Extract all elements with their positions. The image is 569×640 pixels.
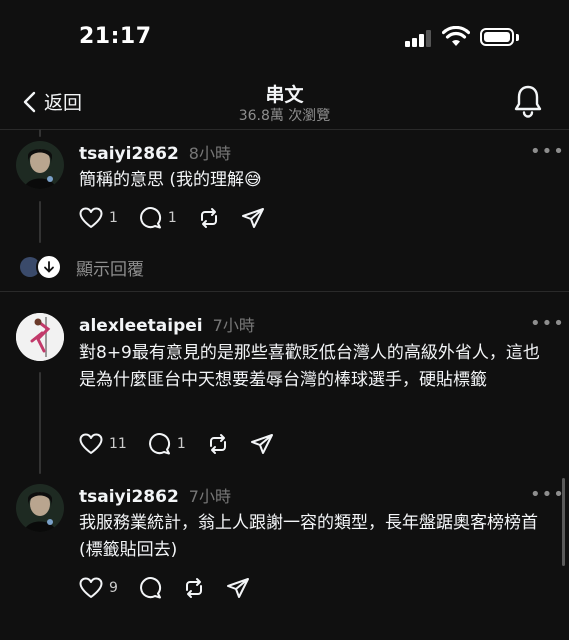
status-time: 21:17 (79, 24, 152, 49)
send-icon (250, 434, 273, 454)
repost-button[interactable] (197, 206, 221, 230)
thread-line (39, 201, 41, 243)
thread-line (39, 129, 41, 137)
post-actions: 9 (79, 576, 270, 600)
scrollbar[interactable] (562, 478, 565, 566)
post-text: 對8+9最有意見的是那些喜歡貶低台灣人的高級外省人，這也是為什麼匪台中天想要羞辱… (79, 343, 540, 390)
post-text: 我服務業統計，翁上人跟謝一容的類型，長年盤踞奧客榜榜首 (標籤貼回去) (79, 513, 538, 560)
post-time: 7小時 (188, 487, 231, 506)
more-options-button[interactable]: ••• (530, 313, 565, 334)
post-divider (0, 291, 569, 292)
like-count: 11 (109, 436, 127, 452)
battery-icon (480, 28, 514, 46)
post-time: 8小時 (188, 144, 231, 163)
heart-icon (79, 433, 103, 454)
post-time: 7小時 (212, 316, 255, 335)
comment-icon (148, 433, 170, 455)
repost-icon (200, 208, 217, 228)
like-count: 1 (109, 210, 118, 226)
repost-icon (185, 578, 202, 598)
page-title: 串文 (265, 84, 304, 106)
comment-count: 1 (167, 210, 177, 226)
username[interactable]: alexleetaipei (79, 316, 203, 336)
avatar[interactable] (16, 141, 64, 189)
like-button[interactable]: 9 (79, 577, 118, 599)
wifi-icon (442, 26, 470, 46)
like-count: 9 (109, 580, 118, 596)
send-icon (226, 578, 249, 598)
share-button[interactable] (241, 206, 265, 230)
comment-button[interactable]: 1 (138, 206, 177, 230)
like-button[interactable]: 1 (79, 207, 118, 229)
more-options-button[interactable]: ••• (530, 484, 565, 505)
cellular-signal-icon (405, 29, 433, 47)
repost-button[interactable] (206, 432, 230, 456)
comment-icon (139, 207, 161, 229)
avatar[interactable] (16, 313, 64, 361)
share-button[interactable] (226, 576, 250, 600)
header-divider (0, 129, 569, 130)
post-actions: 1 1 (79, 206, 285, 230)
heart-icon (79, 577, 103, 598)
heart-icon (79, 207, 103, 228)
share-button[interactable] (250, 432, 274, 456)
comment-count: 1 (176, 436, 186, 452)
repost-icon (209, 434, 226, 454)
avatar[interactable] (16, 484, 64, 532)
username[interactable]: tsaiyi2862 (79, 487, 179, 507)
show-replies-button[interactable]: 顯示回覆 (20, 254, 144, 280)
post-text: 簡稱的意思 (我的理解😅 (79, 170, 262, 190)
post-header: tsaiyi2862 7小時 (79, 483, 231, 507)
comment-button[interactable]: 1 (147, 432, 186, 456)
post-header: tsaiyi2862 8小時 (79, 140, 231, 164)
avatar-image (16, 313, 64, 361)
comment-icon (139, 577, 161, 599)
repost-button[interactable] (182, 576, 206, 600)
thread-line (39, 372, 41, 474)
bell-icon[interactable] (512, 84, 544, 118)
post-header: alexleetaipei 7小時 (79, 312, 255, 336)
arrow-down-icon (36, 254, 62, 280)
send-icon (241, 208, 264, 228)
avatar-image (16, 484, 64, 532)
like-button[interactable]: 11 (79, 433, 127, 455)
username[interactable]: tsaiyi2862 (79, 144, 179, 164)
more-options-button[interactable]: ••• (530, 141, 565, 162)
view-count: 36.8萬 次瀏覽 (238, 108, 331, 124)
avatar-image (16, 141, 64, 189)
battery-tip (516, 34, 519, 41)
comment-button[interactable] (138, 576, 162, 600)
show-replies-label: 顯示回覆 (76, 259, 144, 280)
post-actions: 11 1 (79, 432, 294, 456)
